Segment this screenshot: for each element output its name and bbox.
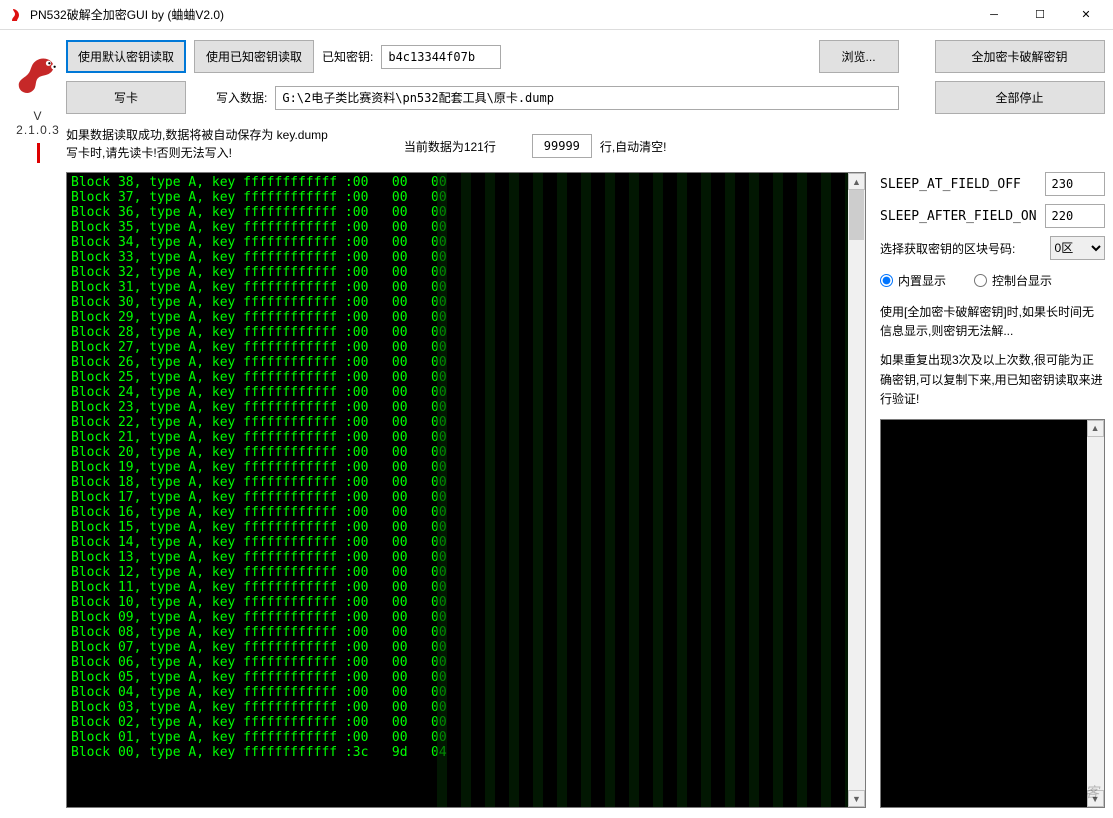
read-default-key-button[interactable]: 使用默认密钥读取 xyxy=(66,40,186,73)
sleep-off-input[interactable] xyxy=(1045,172,1105,196)
block-select-label: 选择获取密钥的区块号码: xyxy=(880,240,1042,257)
side-terminal: ▲ ▼ xyxy=(880,419,1105,808)
sleep-on-label: SLEEP_AFTER_FIELD_ON xyxy=(880,209,1037,224)
read-known-key-button[interactable]: 使用已知密钥读取 xyxy=(194,40,314,73)
hint-text: 如果数据读取成功,数据将被自动保存为 key.dump 写卡时,请先读卡!否则无… xyxy=(66,126,328,162)
radio-console[interactable]: 控制台显示 xyxy=(974,272,1052,289)
main-terminal: Block 38, type A, key ffffffffffff :00 0… xyxy=(66,172,866,808)
window-title: PN532破解全加密GUI by (蛐蛐V2.0) xyxy=(30,6,971,23)
sleep-off-label: SLEEP_AT_FIELD_OFF xyxy=(880,177,1037,192)
app-icon xyxy=(8,7,24,23)
scroll-down-icon[interactable]: ▼ xyxy=(1087,790,1104,807)
maximize-button[interactable]: ☐ xyxy=(1017,0,1063,30)
version-label: V 2.1.0.3 xyxy=(10,109,66,137)
block-select-combo[interactable]: 0区 xyxy=(1050,236,1105,260)
titlebar: PN532破解全加密GUI by (蛐蛐V2.0) ─ ☐ ✕ xyxy=(0,0,1113,30)
worm-icon xyxy=(10,44,66,100)
minimize-button[interactable]: ─ xyxy=(971,0,1017,30)
help-text-2: 如果重复出现3次及以上次数,很可能为正确密钥,可以复制下来,用已知密钥读取来进行… xyxy=(880,351,1105,409)
crack-all-button[interactable]: 全加密卡破解密钥 xyxy=(935,40,1105,73)
known-key-label: 已知密钥: xyxy=(322,48,373,65)
stop-all-button[interactable]: 全部停止 xyxy=(935,81,1105,114)
terminal-scrollbar[interactable]: ▲ ▼ xyxy=(848,173,865,807)
write-data-path-input[interactable] xyxy=(275,86,898,110)
app-logo-panel: V 2.1.0.3 xyxy=(10,40,66,808)
help-text-1: 使用[全加密卡破解密钥]时,如果长时间无信息显示,则密钥无法解... xyxy=(880,303,1105,341)
scroll-down-icon[interactable]: ▼ xyxy=(848,790,865,807)
scroll-up-icon[interactable]: ▲ xyxy=(1087,420,1104,437)
write-card-button[interactable]: 写卡 xyxy=(66,81,186,114)
scroll-up-icon[interactable]: ▲ xyxy=(848,173,865,190)
known-key-input[interactable] xyxy=(381,45,501,69)
side-scrollbar[interactable]: ▲ ▼ xyxy=(1087,420,1104,807)
scroll-thumb[interactable] xyxy=(849,190,864,240)
auto-clear-input[interactable] xyxy=(532,134,592,158)
browse-button[interactable]: 浏览... xyxy=(819,40,899,73)
current-data-label: 当前数据为121行 xyxy=(404,138,496,155)
status-bar-icon xyxy=(37,143,40,163)
sleep-on-input[interactable] xyxy=(1045,204,1105,228)
radio-internal[interactable]: 内置显示 xyxy=(880,272,946,289)
close-button[interactable]: ✕ xyxy=(1063,0,1109,30)
write-data-label: 写入数据: xyxy=(216,89,267,106)
auto-clear-label: 行,自动清空! xyxy=(600,138,667,155)
